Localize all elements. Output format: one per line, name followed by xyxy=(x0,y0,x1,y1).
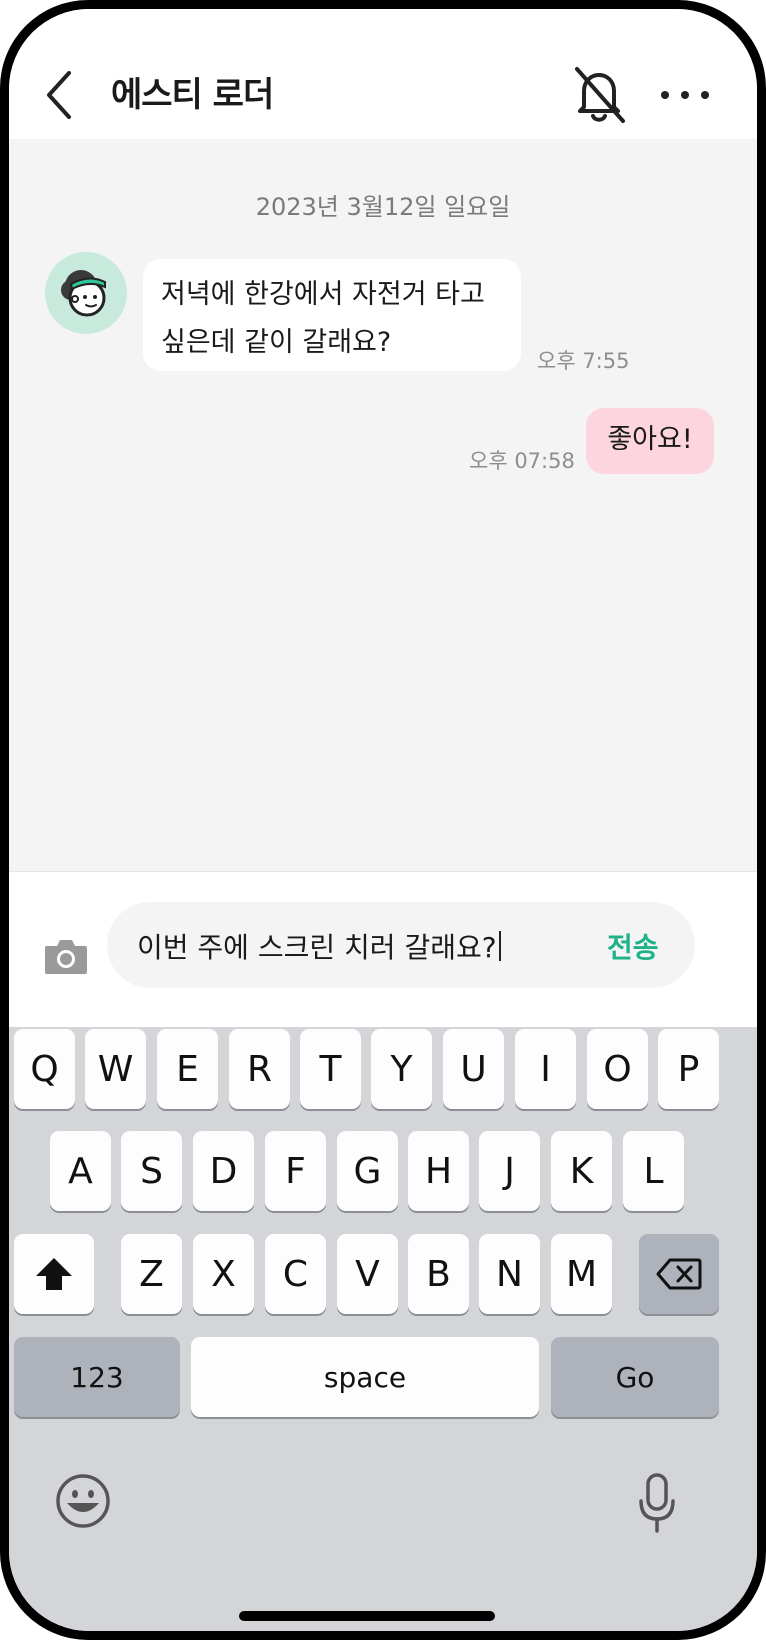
key-y[interactable]: Y xyxy=(371,1029,432,1109)
mute-notifications-button[interactable] xyxy=(569,63,629,127)
emoji-icon xyxy=(56,1474,110,1528)
incoming-message-bubble[interactable]: 저녁에 한강에서 자전거 타고 싶은데 같이 갈래요? xyxy=(143,259,521,371)
key-q[interactable]: Q xyxy=(14,1029,75,1109)
more-horizontal-icon xyxy=(661,91,709,99)
home-indicator[interactable] xyxy=(239,1611,495,1621)
space-key[interactable]: space xyxy=(191,1337,539,1417)
message-input-value: 이번 주에 스크린 치러 갈래요? xyxy=(137,931,497,964)
key-i[interactable]: I xyxy=(515,1029,576,1109)
camera-icon xyxy=(45,940,87,974)
key-s[interactable]: S xyxy=(121,1131,182,1211)
key-p[interactable]: P xyxy=(658,1029,719,1109)
key-a[interactable]: A xyxy=(50,1131,111,1211)
microphone-button[interactable] xyxy=(637,1473,677,1535)
phone-frame: 에스티 로더 2023년 3월12일 일요일 저녁에 한강에서 자전거 타고 싶… xyxy=(0,0,766,1640)
microphone-icon xyxy=(639,1473,675,1533)
key-r[interactable]: R xyxy=(229,1029,290,1109)
message-line: 저녁에 한강에서 자전거 타고 xyxy=(161,279,485,310)
message-input[interactable]: 이번 주에 스크린 치러 갈래요? 전송 xyxy=(107,902,695,988)
key-k[interactable]: K xyxy=(551,1131,612,1211)
message-line: 싶은데 같이 갈래요? xyxy=(161,327,392,358)
key-j[interactable]: J xyxy=(479,1131,540,1211)
key-b[interactable]: B xyxy=(408,1234,469,1314)
keyboard: Q W E R T Y U I O P A S D F G H J K L Z … xyxy=(9,1027,757,1631)
key-g[interactable]: G xyxy=(337,1131,398,1211)
text-caret xyxy=(498,931,501,961)
key-z[interactable]: Z xyxy=(121,1234,182,1314)
avatar[interactable] xyxy=(45,252,127,334)
key-m[interactable]: M xyxy=(551,1234,612,1314)
key-e[interactable]: E xyxy=(157,1029,218,1109)
numbers-key[interactable]: 123 xyxy=(14,1337,180,1417)
key-t[interactable]: T xyxy=(300,1029,361,1109)
contact-name: 에스티 로더 xyxy=(111,75,274,115)
key-f[interactable]: F xyxy=(265,1131,326,1211)
screen: 에스티 로더 2023년 3월12일 일요일 저녁에 한강에서 자전거 타고 싶… xyxy=(9,9,757,1631)
message-time: 오후 7:55 xyxy=(537,349,630,373)
key-d[interactable]: D xyxy=(193,1131,254,1211)
shift-key[interactable] xyxy=(14,1234,94,1314)
go-key[interactable]: Go xyxy=(551,1337,719,1417)
backspace-key[interactable] xyxy=(639,1234,719,1314)
key-u[interactable]: U xyxy=(443,1029,504,1109)
bell-off-icon xyxy=(575,67,625,123)
backspace-icon xyxy=(656,1258,702,1290)
key-x[interactable]: X xyxy=(193,1234,254,1314)
message-input-text: 이번 주에 스크린 치러 갈래요? xyxy=(137,926,501,966)
back-button[interactable] xyxy=(37,65,81,125)
emoji-button[interactable] xyxy=(55,1473,111,1529)
key-v[interactable]: V xyxy=(337,1234,398,1314)
chat-header: 에스티 로더 xyxy=(9,9,757,139)
key-w[interactable]: W xyxy=(85,1029,146,1109)
shift-icon xyxy=(36,1258,72,1290)
chat-area[interactable]: 2023년 3월12일 일요일 저녁에 한강에서 자전거 타고 싶은데 같이 갈… xyxy=(9,139,757,899)
camera-button[interactable] xyxy=(43,936,89,976)
date-separator: 2023년 3월12일 일요일 xyxy=(255,193,511,221)
key-o[interactable]: O xyxy=(587,1029,648,1109)
key-c[interactable]: C xyxy=(265,1234,326,1314)
outgoing-message-bubble[interactable]: 좋아요! xyxy=(586,408,714,474)
send-button[interactable]: 전송 xyxy=(607,926,659,966)
key-l[interactable]: L xyxy=(623,1131,684,1211)
message-composer: 이번 주에 스크린 치러 갈래요? 전송 xyxy=(9,871,757,1027)
character-avatar-icon xyxy=(61,270,106,317)
chevron-left-icon xyxy=(47,71,71,119)
key-h[interactable]: H xyxy=(408,1131,469,1211)
more-options-button[interactable] xyxy=(657,75,713,115)
key-n[interactable]: N xyxy=(479,1234,540,1314)
message-time: 오후 07:58 xyxy=(469,449,575,473)
